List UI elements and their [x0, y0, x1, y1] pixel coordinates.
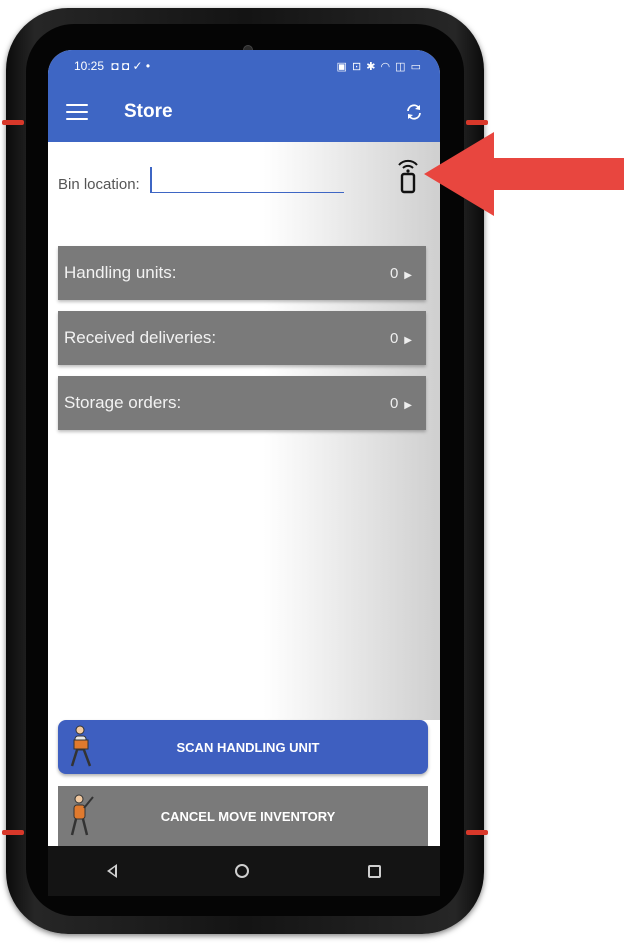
menu-icon[interactable]: [66, 104, 88, 120]
back-icon[interactable]: [107, 864, 118, 878]
refresh-icon-svg: [407, 104, 421, 120]
bin-location-row: Bin location:: [58, 167, 344, 193]
content-area: Bin location: Handling units: 0 ▶ Receive…: [48, 142, 440, 720]
status-left: 10:25 ◘ ◘ ✓ •: [74, 59, 150, 73]
page-title: Store: [124, 101, 173, 122]
bin-location-input[interactable]: [149, 167, 344, 193]
row-count: 0 ▶: [389, 264, 412, 282]
caret-right-icon: ▶: [404, 334, 412, 346]
caret-right-icon: ▶: [404, 399, 412, 411]
row-storage-orders[interactable]: Storage orders: 0 ▶: [58, 376, 426, 430]
row-label: Handling units:: [64, 263, 177, 282]
row-handling-units[interactable]: Handling units: 0 ▶: [58, 246, 426, 300]
row-count: 0 ▶: [389, 329, 412, 347]
bumper-right-top: [466, 120, 488, 125]
bin-location-label: Bin location:: [58, 176, 140, 193]
screen: 10:25 ◘ ◘ ✓ • ▣ ⊡ ✱ ◠ ◫ ▭ Store Bin loca…: [48, 50, 440, 846]
bumper-left-top: [2, 120, 24, 125]
scan-button-label: SCAN HANDLING UNIT: [176, 739, 320, 755]
row-received-deliveries[interactable]: Received deliveries: 0 ▶: [58, 311, 426, 365]
android-nav-bar: [48, 846, 440, 896]
scan-handling-unit-button[interactable]: SCAN HANDLING UNIT: [58, 720, 428, 774]
app-bar: Store: [48, 82, 440, 142]
recent-apps-icon[interactable]: [367, 864, 381, 878]
worker-waving-icon: [70, 794, 94, 836]
cancel-move-inventory-button[interactable]: CANCEL MOVE INVENTORY: [58, 786, 428, 846]
row-label: Received deliveries:: [64, 328, 217, 347]
row-count: 0 ▶: [389, 394, 412, 412]
status-bar: 10:25 ◘ ◘ ✓ • ▣ ⊡ ✱ ◠ ◫ ▭: [48, 50, 440, 82]
cancel-button-label: CANCEL MOVE INVENTORY: [160, 808, 336, 824]
red-arrow-icon: [424, 132, 624, 216]
bumper-left-bottom: [2, 830, 24, 835]
notification-icons: ◘ ◘ ✓ •: [111, 59, 151, 73]
scanner-icon[interactable]: [396, 156, 420, 194]
bumper-right-bottom: [466, 830, 488, 835]
stage: 10:25 ◘ ◘ ✓ • ▣ ⊡ ✱ ◠ ◫ ▭ Store Bin loca…: [0, 0, 625, 943]
status-time: 10:25: [74, 59, 105, 73]
home-icon[interactable]: [235, 864, 250, 878]
row-label: Storage orders:: [64, 393, 182, 412]
caret-right-icon: ▶: [404, 269, 412, 281]
status-right: ▣ ⊡ ✱ ◠ ◫ ▭: [336, 60, 422, 73]
worker-carrying-box-icon: [70, 725, 92, 767]
refresh-icon[interactable]: [404, 102, 424, 122]
